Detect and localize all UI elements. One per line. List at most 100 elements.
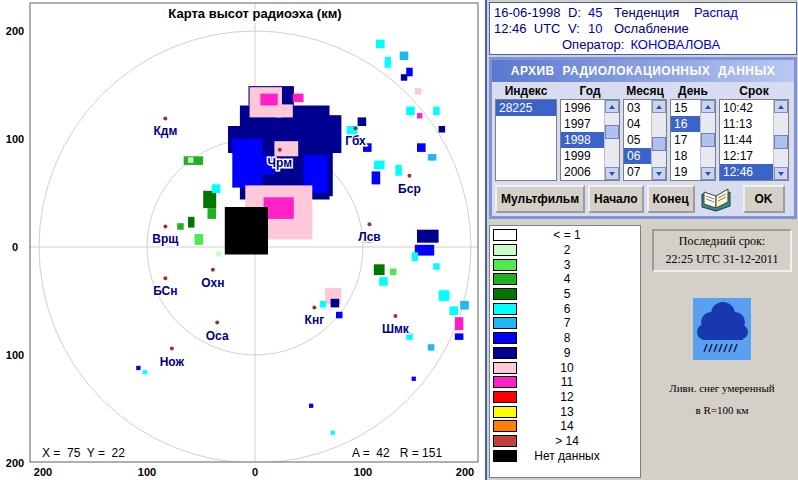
scroll-thumb[interactable]: [774, 135, 788, 149]
column-header: Срок: [719, 84, 789, 98]
echo-cell: [460, 301, 469, 310]
legend-label: < = 1: [517, 228, 637, 242]
echo-cell: [400, 52, 409, 61]
book-button[interactable]: [698, 185, 734, 213]
list-item[interactable]: 28225: [496, 100, 556, 116]
list-item[interactable]: 06: [624, 148, 651, 164]
archive-button[interactable]: Конец: [647, 185, 695, 213]
legend-swatch: [493, 288, 517, 300]
scroll-down-button[interactable]: [652, 167, 666, 180]
station-dot: [170, 347, 174, 351]
echo-cell: [177, 223, 184, 230]
status-column: Последний срок:22:25 UTC 31-12-2011Ливн.…: [647, 225, 797, 478]
list-item[interactable]: 11:44: [720, 132, 773, 148]
legend-swatch: [493, 347, 517, 359]
echo-cell: [412, 377, 416, 381]
scroll-track[interactable]: [605, 113, 619, 167]
archive-list[interactable]: 28225: [495, 99, 557, 181]
radar-map[interactable]: КдмЧрмГбхБсрЛсвВрщБСнОхнОсаНожКнгШмкКарт…: [0, 0, 487, 480]
list-item[interactable]: 1999: [561, 148, 604, 164]
bearing-readout: A = 42 R = 151: [352, 446, 442, 460]
list-item[interactable]: 12:46: [720, 164, 773, 180]
list-item[interactable]: 1997: [561, 116, 604, 132]
station-label: Охн: [201, 276, 224, 290]
scroll-thumb[interactable]: [605, 125, 619, 139]
scroll-track[interactable]: [701, 113, 715, 167]
list-item[interactable]: 2006: [561, 164, 604, 180]
scrollbar[interactable]: [604, 100, 619, 180]
legend-label: 7: [517, 316, 637, 330]
legend-swatch: [493, 317, 517, 329]
down-arrow-icon: [778, 172, 784, 176]
scroll-down-button[interactable]: [774, 167, 788, 180]
legend-label: 4: [517, 272, 637, 286]
list-item[interactable]: 12:17: [720, 148, 773, 164]
legend-swatch: [493, 406, 517, 418]
list-item[interactable]: 03: [624, 100, 651, 116]
list-item[interactable]: 17: [671, 132, 700, 148]
up-arrow-icon: [778, 105, 784, 109]
legend-swatch: [493, 332, 517, 344]
scrollbar[interactable]: [773, 100, 788, 180]
scroll-up-button[interactable]: [701, 100, 715, 113]
archive-list[interactable]: 10:4211:1311:4412:1712:46: [719, 99, 789, 181]
echo-cell: [401, 74, 408, 81]
scroll-up-button[interactable]: [652, 100, 666, 113]
scrollbar[interactable]: [700, 100, 715, 180]
echo-cell: [390, 269, 397, 276]
list-item[interactable]: 16: [671, 116, 700, 132]
station-dot: [367, 222, 371, 226]
x-tick: 100: [138, 466, 156, 478]
station-dot: [211, 268, 215, 272]
list-item[interactable]: 11:13: [720, 116, 773, 132]
ok-button[interactable]: OK: [743, 185, 785, 213]
station-dot: [393, 314, 397, 318]
legend-item: 6: [493, 301, 637, 316]
archive-list[interactable]: 0304050607: [623, 99, 667, 181]
echo-cell: [428, 344, 435, 351]
list-item[interactable]: 04: [624, 116, 651, 132]
archive-list[interactable]: 19961997199819992006: [560, 99, 620, 181]
list-item[interactable]: 18: [671, 148, 700, 164]
scroll-down-button[interactable]: [605, 167, 619, 180]
archive-button[interactable]: Начало: [588, 185, 643, 213]
list-item[interactable]: 15: [671, 100, 700, 116]
legend-item: 10: [493, 360, 637, 375]
scroll-up-button[interactable]: [605, 100, 619, 113]
legend-item: 9: [493, 346, 637, 361]
list-items: 1516171819: [671, 100, 700, 180]
archive-button[interactable]: Мультфильм: [495, 185, 585, 213]
plot-frame: [30, 3, 478, 462]
legend-label: 10: [517, 361, 637, 375]
radar-chart[interactable]: КдмЧрмГбхБсрЛсвВрщБСнОхнОсаНожКнгШмкКарт…: [0, 0, 485, 480]
scrollbar[interactable]: [651, 100, 666, 180]
list-items: 19961997199819992006: [561, 100, 604, 180]
scroll-down-button[interactable]: [701, 167, 715, 180]
list-item[interactable]: 1996: [561, 100, 604, 116]
bottom-area: < = 1234567891011121314> 14Нет данныхПос…: [489, 221, 797, 478]
legend-item: 13: [493, 404, 637, 419]
list-item[interactable]: 05: [624, 132, 651, 148]
list-item[interactable]: 07: [624, 164, 651, 180]
echo-cell: [379, 277, 388, 286]
up-arrow-icon: [656, 105, 662, 109]
echo-cell: [212, 184, 221, 193]
scroll-track[interactable]: [652, 113, 666, 167]
list-item[interactable]: 19: [671, 164, 700, 180]
archive-list[interactable]: 1516171819: [670, 99, 716, 181]
station-label: Врщ: [152, 232, 179, 246]
scroll-up-button[interactable]: [774, 100, 788, 113]
list-items: 0304050607: [624, 100, 651, 180]
list-items: 10:4211:1311:4412:1712:46: [720, 100, 773, 180]
archive-title: АРХИВ РАДИОЛОКАЦИОННЫХ ДАННЫХ: [492, 60, 794, 82]
scroll-thumb[interactable]: [701, 133, 715, 147]
scroll-track[interactable]: [774, 113, 788, 167]
legend: < = 1234567891011121314> 14Нет данных: [489, 225, 641, 478]
scroll-thumb[interactable]: [652, 137, 666, 151]
info-row: 16-06-1998D:45ТенденцияРаспад: [494, 5, 792, 20]
station-dot: [163, 116, 167, 120]
echo-cell: [143, 370, 147, 374]
list-item[interactable]: 1998: [561, 132, 604, 148]
list-item[interactable]: 10:42: [720, 100, 773, 116]
up-arrow-icon: [609, 105, 615, 109]
